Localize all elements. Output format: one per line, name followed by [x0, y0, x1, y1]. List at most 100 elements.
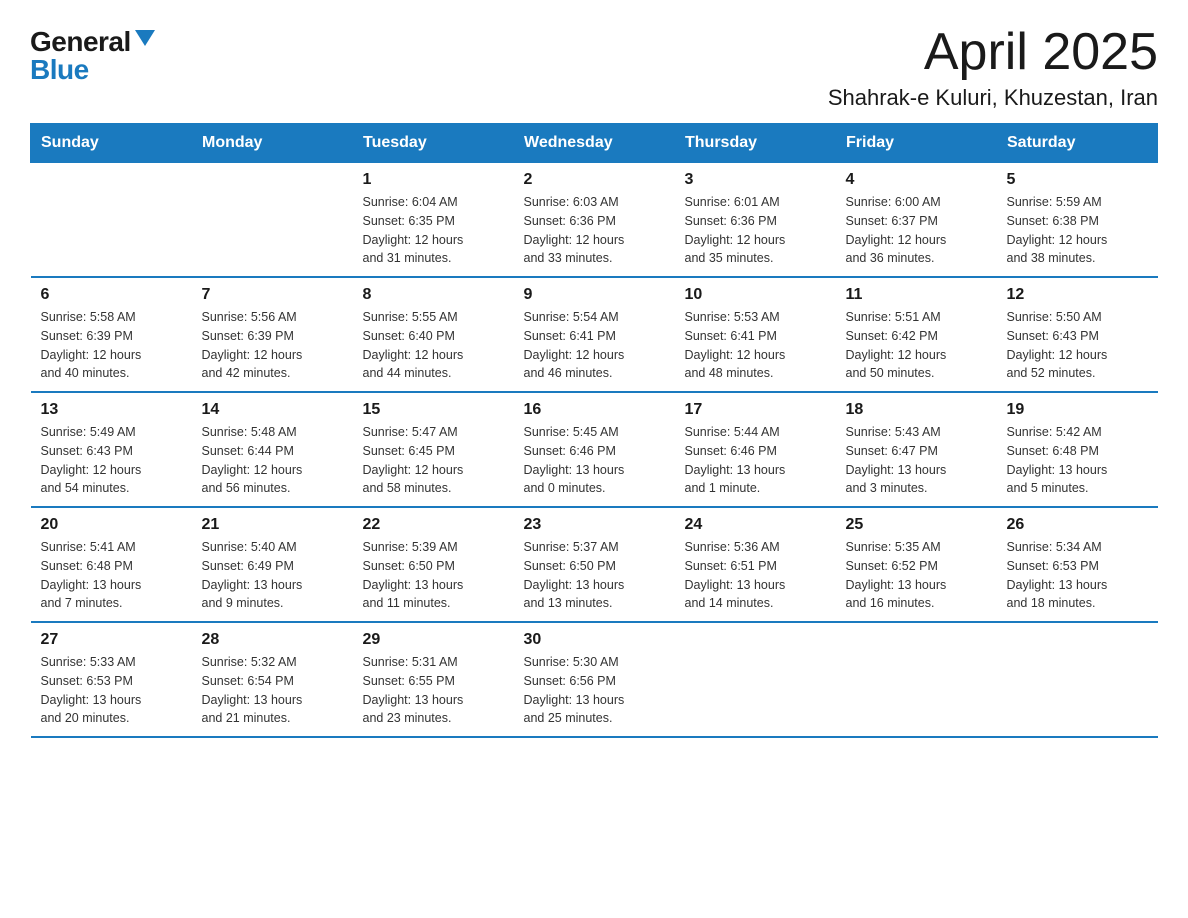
day-info-line: Daylight: 13 hours: [363, 576, 504, 595]
day-info: Sunrise: 6:04 AMSunset: 6:35 PMDaylight:…: [363, 193, 504, 268]
calendar-cell: 10Sunrise: 5:53 AMSunset: 6:41 PMDayligh…: [675, 277, 836, 392]
day-info-line: Sunset: 6:43 PM: [1007, 327, 1148, 346]
day-info-line: Sunrise: 5:49 AM: [41, 423, 182, 442]
calendar-week-row: 6Sunrise: 5:58 AMSunset: 6:39 PMDaylight…: [31, 277, 1158, 392]
calendar-cell: 24Sunrise: 5:36 AMSunset: 6:51 PMDayligh…: [675, 507, 836, 622]
day-info: Sunrise: 5:51 AMSunset: 6:42 PMDaylight:…: [846, 308, 987, 383]
day-info-line: Daylight: 13 hours: [524, 461, 665, 480]
day-info-line: Sunrise: 5:41 AM: [41, 538, 182, 557]
day-info-line: Sunrise: 5:50 AM: [1007, 308, 1148, 327]
calendar-cell: 16 Sunrise: 5:45 AMSunset: 6:46 PMDayligh…: [514, 392, 675, 507]
day-info-line: Daylight: 13 hours: [363, 691, 504, 710]
weekday-header-monday: Monday: [192, 124, 353, 163]
calendar-header: SundayMondayTuesdayWednesdayThursdayFrid…: [31, 124, 1158, 163]
day-info-line: Sunset: 6:49 PM: [202, 557, 343, 576]
calendar-table: SundayMondayTuesdayWednesdayThursdayFrid…: [30, 123, 1158, 738]
day-number: 21: [202, 516, 343, 534]
calendar-week-row: 20Sunrise: 5:41 AMSunset: 6:48 PMDayligh…: [31, 507, 1158, 622]
day-info-line: Sunrise: 6:00 AM: [846, 193, 987, 212]
day-info-line: Sunset: 6:51 PM: [685, 557, 826, 576]
day-info-line: Daylight: 12 hours: [202, 346, 343, 365]
title-block: April 2025 Shahrak-e Kuluri, Khuzestan, …: [828, 24, 1158, 111]
day-info-line: Sunset: 6:37 PM: [846, 212, 987, 231]
logo-general-text: General: [30, 28, 131, 56]
day-info-line: Sunrise: 5:47 AM: [363, 423, 504, 442]
day-info-line: and 21 minutes.: [202, 709, 343, 728]
day-info-line: Sunrise: 5:55 AM: [363, 308, 504, 327]
day-info-line: and 50 minutes.: [846, 364, 987, 383]
day-info: Sunrise: 6:01 AMSunset: 6:36 PMDaylight:…: [685, 193, 826, 268]
logo-triangle-icon: [135, 30, 155, 46]
day-info-line: Sunset: 6:39 PM: [202, 327, 343, 346]
day-number: 2: [524, 171, 665, 189]
day-number: 28: [202, 631, 343, 649]
calendar-cell: 23Sunrise: 5:37 AMSunset: 6:50 PMDayligh…: [514, 507, 675, 622]
calendar-cell: [31, 163, 192, 278]
calendar-cell: [997, 622, 1158, 737]
calendar-cell: 1Sunrise: 6:04 AMSunset: 6:35 PMDaylight…: [353, 163, 514, 278]
day-info-line: Daylight: 13 hours: [685, 576, 826, 595]
day-number: 9: [524, 286, 665, 304]
day-info-line: Sunrise: 5:42 AM: [1007, 423, 1148, 442]
day-info-line: Daylight: 12 hours: [363, 461, 504, 480]
calendar-cell: 15Sunrise: 5:47 AMSunset: 6:45 PMDayligh…: [353, 392, 514, 507]
day-info-line: and 40 minutes.: [41, 364, 182, 383]
day-info-line: Daylight: 13 hours: [202, 691, 343, 710]
day-info-line: Sunset: 6:47 PM: [846, 442, 987, 461]
day-info-line: Daylight: 12 hours: [685, 231, 826, 250]
logo-blue-text: Blue: [30, 56, 89, 84]
day-number: 27: [41, 631, 182, 649]
day-info-line: Daylight: 12 hours: [1007, 346, 1148, 365]
weekday-header-saturday: Saturday: [997, 124, 1158, 163]
day-number: 7: [202, 286, 343, 304]
day-info-line: Sunset: 6:39 PM: [41, 327, 182, 346]
day-info-line: and 13 minutes.: [524, 594, 665, 613]
day-info-line: Sunrise: 5:30 AM: [524, 653, 665, 672]
day-info: Sunrise: 5:49 AMSunset: 6:43 PMDaylight:…: [41, 423, 182, 498]
day-info-line: Sunrise: 5:58 AM: [41, 308, 182, 327]
day-info-line: Sunset: 6:52 PM: [846, 557, 987, 576]
day-info-line: Sunset: 6:40 PM: [363, 327, 504, 346]
day-info: Sunrise: 5:53 AMSunset: 6:41 PMDaylight:…: [685, 308, 826, 383]
day-info: Sunrise: 5:34 AMSunset: 6:53 PMDaylight:…: [1007, 538, 1148, 613]
calendar-cell: [836, 622, 997, 737]
day-info-line: and 38 minutes.: [1007, 249, 1148, 268]
day-number: 23: [524, 516, 665, 534]
day-number: 3: [685, 171, 826, 189]
day-info-line: Sunrise: 6:03 AM: [524, 193, 665, 212]
weekday-header-friday: Friday: [836, 124, 997, 163]
day-info: Sunrise: 5:56 AMSunset: 6:39 PMDaylight:…: [202, 308, 343, 383]
day-number: 25: [846, 516, 987, 534]
day-number: 16: [524, 401, 665, 419]
day-info-line: Sunset: 6:36 PM: [524, 212, 665, 231]
day-info-line: Sunrise: 5:35 AM: [846, 538, 987, 557]
day-info: Sunrise: 5:43 AMSunset: 6:47 PMDaylight:…: [846, 423, 987, 498]
day-info-line: Daylight: 12 hours: [685, 346, 826, 365]
day-info-line: and 18 minutes.: [1007, 594, 1148, 613]
day-info-line: Sunrise: 5:37 AM: [524, 538, 665, 557]
day-info-line: Sunset: 6:41 PM: [685, 327, 826, 346]
logo: General Blue: [30, 28, 155, 84]
calendar-cell: 5Sunrise: 5:59 AMSunset: 6:38 PMDaylight…: [997, 163, 1158, 278]
day-info-line: and 52 minutes.: [1007, 364, 1148, 383]
day-info-line: and 48 minutes.: [685, 364, 826, 383]
day-info-line: and 3 minutes.: [846, 479, 987, 498]
calendar-cell: 14Sunrise: 5:48 AMSunset: 6:44 PMDayligh…: [192, 392, 353, 507]
day-info-line: Daylight: 13 hours: [524, 576, 665, 595]
day-info-line: and 56 minutes.: [202, 479, 343, 498]
calendar-cell: 3 Sunrise: 6:01 AMSunset: 6:36 PMDaylight…: [675, 163, 836, 278]
day-number: 8: [363, 286, 504, 304]
day-info: Sunrise: 5:45 AMSunset: 6:46 PMDaylight:…: [524, 423, 665, 498]
day-info: Sunrise: 5:44 AMSunset: 6:46 PMDaylight:…: [685, 423, 826, 498]
day-info-line: Sunrise: 5:51 AM: [846, 308, 987, 327]
day-info-line: Sunset: 6:56 PM: [524, 672, 665, 691]
month-title: April 2025: [828, 24, 1158, 81]
day-info-line: Daylight: 12 hours: [363, 346, 504, 365]
day-info: Sunrise: 5:31 AMSunset: 6:55 PMDaylight:…: [363, 653, 504, 728]
day-info-line: and 33 minutes.: [524, 249, 665, 268]
day-info-line: Daylight: 13 hours: [846, 461, 987, 480]
weekday-header-tuesday: Tuesday: [353, 124, 514, 163]
day-info-line: Sunset: 6:43 PM: [41, 442, 182, 461]
calendar-cell: 28Sunrise: 5:32 AMSunset: 6:54 PMDayligh…: [192, 622, 353, 737]
calendar-cell: 26Sunrise: 5:34 AMSunset: 6:53 PMDayligh…: [997, 507, 1158, 622]
